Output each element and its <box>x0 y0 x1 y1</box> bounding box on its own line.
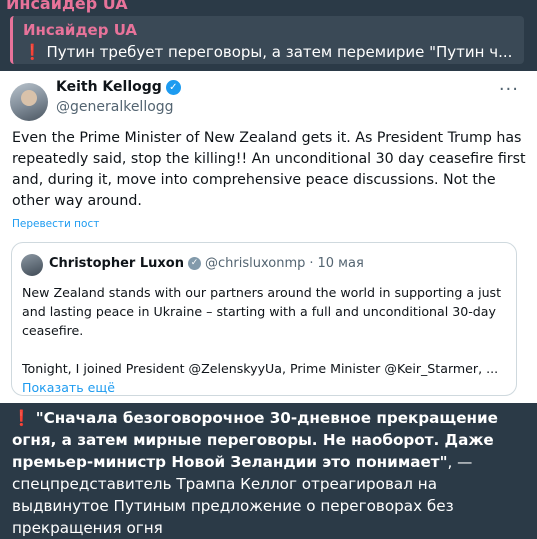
tweet-author-name[interactable]: Keith Kellogg ✓ <box>56 79 181 95</box>
channel-name[interactable]: Инсайдер UA <box>6 0 128 14</box>
quoted-paragraph-1: New Zealand stands with our partners aro… <box>22 285 502 338</box>
meta-separator: · <box>309 256 314 271</box>
gray-verified-badge-icon: ✓ <box>187 257 201 270</box>
exclamation-icon: ❗ <box>23 43 42 61</box>
quoted-date: 10 мая <box>317 256 364 271</box>
reply-text: ❗ Путин требует переговоры, а затем пере… <box>23 42 514 62</box>
quoted-tweet[interactable]: Christopher Luxon ✓ @chrisluxonmp · 10 м… <box>11 242 517 396</box>
quoted-paragraph-2: Tonight, I joined President @ZelenskyyUa… <box>22 361 499 376</box>
verified-badge-icon: ✓ <box>165 79 181 95</box>
reply-snippet: Путин требует переговоры, а затем переми… <box>46 43 513 61</box>
translate-post-link[interactable]: Перевести пост <box>12 218 99 230</box>
exclamation-icon: ❗ <box>12 409 31 427</box>
quoted-author-avatar[interactable] <box>21 254 43 276</box>
quoted-author-name[interactable]: Christopher Luxon <box>49 256 184 271</box>
tweet-author-handle[interactable]: @generalkellogg <box>56 99 174 115</box>
author-avatar[interactable] <box>10 83 48 121</box>
show-more-link[interactable]: Показать ещё <box>22 378 508 397</box>
reply-author: Инсайдер UA <box>23 21 138 39</box>
tweet-embed[interactable]: Keith Kellogg ✓ @generalkellogg ··· Even… <box>0 71 537 403</box>
reply-preview[interactable]: Инсайдер UA ❗ Путин требует переговоры, … <box>10 16 524 64</box>
message-text: ❗ "Сначала безоговорочное 30-дневное пре… <box>12 407 532 539</box>
quoted-author-handle[interactable]: @chrisluxonmp <box>205 256 305 271</box>
quoted-tweet-header: Christopher Luxon ✓ @chrisluxonmp · 10 м… <box>49 256 364 271</box>
tweet-author-name-text: Keith Kellogg <box>56 79 162 95</box>
quoted-tweet-text: New Zealand stands with our partners aro… <box>22 283 508 397</box>
message-quote: "Сначала безоговорочное 30-дневное прекр… <box>12 409 498 471</box>
tweet-text: Even the Prime Minister of New Zealand g… <box>12 130 526 209</box>
more-options-icon[interactable]: ··· <box>499 79 519 100</box>
